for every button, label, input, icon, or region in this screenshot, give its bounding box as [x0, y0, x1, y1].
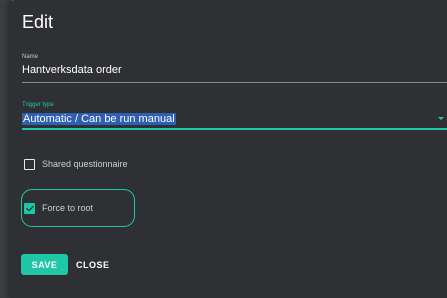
force-to-root-label: Force to root	[42, 203, 94, 213]
trigger-type-value: Automatic / Can be run manual	[22, 113, 176, 125]
shared-questionnaire-checkbox[interactable]	[24, 158, 35, 170]
page: Edit Name Hantverksdata order Trigger ty…	[0, 0, 447, 298]
close-button[interactable]: CLOSE	[76, 254, 110, 275]
dropdown-arrow-icon[interactable]	[438, 117, 444, 120]
force-to-root-row[interactable]: Force to root	[24, 201, 93, 215]
trigger-type-underline	[22, 128, 447, 130]
force-to-root-checkbox[interactable]	[24, 202, 35, 214]
trigger-type-select[interactable]: Automatic / Can be run manual	[22, 113, 176, 125]
shared-questionnaire-label: Shared questionnaire	[42, 159, 128, 169]
name-input-underline	[22, 82, 447, 83]
name-input[interactable]: Hantverksdata order	[22, 64, 122, 76]
save-button[interactable]: SAVE	[21, 254, 68, 275]
shared-questionnaire-row[interactable]: Shared questionnaire	[24, 157, 128, 171]
name-field-label: Name	[22, 54, 39, 60]
dialog-title: Edit	[22, 12, 54, 32]
edit-dialog: Edit Name Hantverksdata order Trigger ty…	[10, 0, 447, 298]
trigger-type-label: Trigger type	[22, 102, 54, 108]
